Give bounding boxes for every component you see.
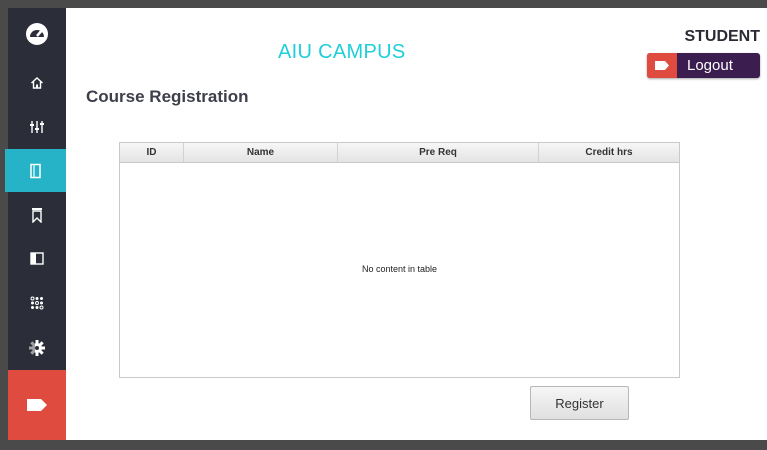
dashboard-gauge-icon	[24, 21, 50, 47]
column-header-prereq[interactable]: Pre Req	[338, 143, 539, 162]
user-role-label: STUDENT	[684, 28, 760, 45]
sidebar-item-bookmarks[interactable]	[8, 193, 66, 236]
course-table[interactable]: ID Name Pre Req Credit hrs No content in…	[119, 142, 680, 378]
register-button[interactable]: Register	[530, 386, 629, 420]
sidebar-item-settings[interactable]	[8, 326, 66, 369]
dashboard-button[interactable]	[8, 12, 66, 55]
sidebar-item-course-registration[interactable]	[5, 149, 66, 192]
sidebar-item-settings-sliders[interactable]	[8, 105, 66, 148]
page-title: Course Registration	[86, 87, 249, 106]
column-header-credit-hrs[interactable]: Credit hrs	[539, 143, 679, 162]
sidebar-item-home[interactable]	[8, 61, 66, 104]
book-icon	[29, 163, 43, 179]
bookmark-icon	[31, 207, 43, 223]
panel-icon	[30, 252, 44, 265]
logout-tag-icon	[27, 396, 47, 415]
sidebar-logout-button[interactable]	[8, 370, 66, 440]
table-header: ID Name Pre Req Credit hrs	[120, 143, 679, 163]
campus-title: AIU CAMPUS	[278, 41, 406, 63]
sliders-icon	[29, 120, 45, 134]
sidebar-item-panel[interactable]	[8, 237, 66, 280]
sidebar	[5, 8, 66, 440]
logout-button[interactable]: Logout	[647, 53, 760, 78]
logout-label: Logout	[687, 57, 733, 74]
logout-tag-icon	[647, 53, 677, 78]
gear-icon	[28, 339, 46, 357]
main-content: AIU CAMPUS STUDENT Logout Course Registr…	[66, 8, 767, 440]
column-header-id[interactable]: ID	[120, 143, 184, 162]
sidebar-item-apps[interactable]	[8, 281, 66, 324]
table-empty-message: No content in table	[361, 264, 438, 274]
grid-dots-icon	[30, 296, 44, 310]
column-header-name[interactable]: Name	[184, 143, 338, 162]
home-icon	[30, 76, 44, 90]
